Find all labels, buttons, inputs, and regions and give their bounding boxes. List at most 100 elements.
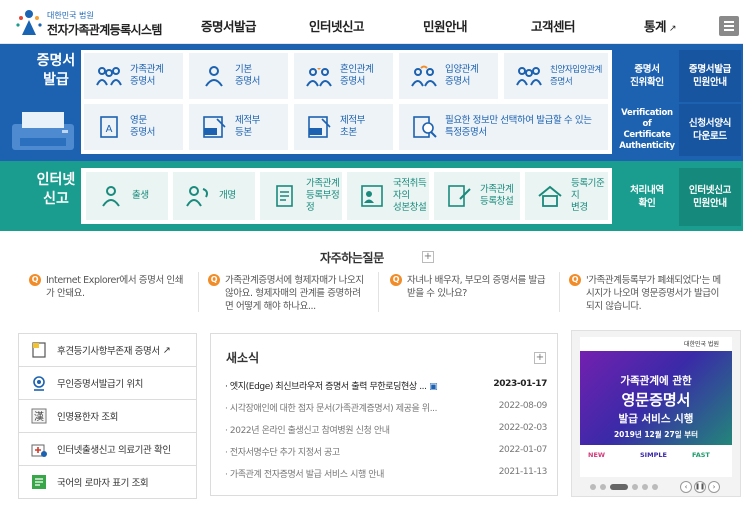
banner-tag-new: NEW <box>588 451 606 459</box>
news-title: 새소식 <box>226 351 260 365</box>
tile-name-change[interactable]: 개명 <box>173 172 255 220</box>
tile-label: 국적취득자의 성본창설 <box>393 178 427 213</box>
tile-surname-creation[interactable]: 국적취득자의 성본창설 <box>347 172 429 220</box>
faq-item[interactable]: Q 가족관계증명서에 형제자매가 나오지 않아요. 형제자매의 관계를 증명하려면… <box>208 274 368 313</box>
news-item-title: · 2022년 온라인 출생신고 참여병원 신청 안내 <box>225 426 390 436</box>
tile-label: 출생 <box>132 190 149 201</box>
report-guide-link[interactable]: 인터넷신고 민원안내 <box>679 168 741 226</box>
banner-page-dot[interactable] <box>590 484 596 490</box>
internet-report-section: 인터넷 신고 출생 개명 가족관계 등록부정정 국적취득자의 성본창설 가족관계… <box>0 161 743 231</box>
quick-link-label: 인명용한자 조회 <box>57 412 118 423</box>
removed-register-icon <box>203 116 226 138</box>
tile-removed-register-copy[interactable]: 제적부 등본 <box>189 104 288 150</box>
hamburger-icon-line <box>724 21 734 23</box>
tile-english-cert[interactable]: A 영문 증명서 <box>84 104 183 150</box>
verify-certificate-link[interactable]: 증명서 진위확인 <box>617 50 677 102</box>
site-title[interactable]: 전자가족관계등록시스템 <box>47 21 162 38</box>
hanja-lookup-link[interactable]: 漢 인명용한자 조회 <box>18 399 197 433</box>
tile-register-creation[interactable]: 가족관계 등록창설 <box>434 172 520 220</box>
faq-more-button[interactable]: + <box>422 251 434 263</box>
banner-date: 2019년 12월 27일 부터 <box>613 430 699 439</box>
faq-item[interactable]: Q '가족관계등록부가 폐쇄되었다'는 메시지가 나오며 영문증명서가 발급이 되… <box>569 274 729 313</box>
banner-prev-button[interactable]: ‹ <box>680 481 692 493</box>
news-item-date: 2022-02-03 <box>498 423 548 433</box>
tile-label: 제적부 등본 <box>235 115 261 138</box>
faq-title[interactable]: 자주하는질문 <box>320 249 384 266</box>
quick-link-label: 후견등기사항부존재 증명서 <box>57 346 160 357</box>
banner-court-label: 대한민국 법원 <box>684 341 720 348</box>
tile-label: 기본 증명서 <box>235 64 261 87</box>
faq-divider <box>378 272 379 312</box>
form-download-link[interactable]: 신청서양식 다운로드 <box>679 104 741 156</box>
banner-page-dot[interactable] <box>652 484 658 490</box>
nav-certificate-issue[interactable]: 증명서발급 <box>201 16 257 35</box>
tile-label: 가족관계 증명서 <box>130 64 164 87</box>
tile-register-correction[interactable]: 가족관계 등록부정정 <box>260 172 342 220</box>
tile-base-address-change[interactable]: 등록기준지 변경 <box>525 172 608 220</box>
banner-headline-2: 영문증명서 <box>621 391 691 409</box>
banner-page-dot[interactable] <box>642 484 648 490</box>
register-correction-icon <box>276 185 293 207</box>
guardianship-certificate-link[interactable]: 후견등기사항부존재 증명서 ↗ <box>18 333 197 367</box>
tile-label: 혼인관계 증명서 <box>340 64 374 87</box>
hanja-icon: 漢 <box>31 408 47 424</box>
removed-register-extract-icon <box>308 116 331 138</box>
house-icon <box>538 185 562 207</box>
tile-label: 제적부 초본 <box>340 115 366 138</box>
court-logo-icon[interactable] <box>14 8 44 36</box>
processing-history-link[interactable]: 처리내역 확인 <box>617 168 677 226</box>
document-icon <box>32 342 46 358</box>
tile-family-relation-cert[interactable]: 가족관계 증명서 <box>84 53 183 99</box>
news-item-title: · 시각장애인에 대한 점자 문서(가족관계증명서) 제공을 위... <box>225 404 438 414</box>
question-icon: Q <box>390 274 402 286</box>
tile-specific-cert[interactable]: 필요한 정보만 선택하여 발급할 수 있는 특정증명서 <box>399 104 608 150</box>
certificate-issue-section: 증명서 발급 가족관계 증명서 기본 증명서 혼인관계 증명서 입양관계 증명서… <box>0 44 743 161</box>
news-item-title: · 엣지(Edge) 최신브라우저 증명서 출력 무한로딩현상 ... ▣ <box>225 382 438 392</box>
tile-full-adoption-cert[interactable]: 친양자입양관계 증명서 <box>504 53 608 99</box>
banner-page-dot-active[interactable] <box>610 484 628 490</box>
faq-item[interactable]: Q 자녀나 배우자, 부모의 증명서를 발급받을 수 있나요? <box>390 274 550 300</box>
baby-icon <box>102 186 120 207</box>
header: 대한민국 법원 전자가족관계등록시스템 증명서발급 인터넷신고 민원안내 고객센… <box>0 0 743 44</box>
issue-guide-link[interactable]: 증명서발급 민원안내 <box>679 50 741 102</box>
all-menu-button[interactable] <box>719 16 739 36</box>
tile-label: 가족관계 등록부정정 <box>306 178 340 213</box>
tile-label: 등록기준지 변경 <box>571 178 605 213</box>
kiosk-location-link[interactable]: 무인증명서발급기 위치 <box>18 366 197 400</box>
banner-image: 대한민국 법원 가족관계에 관한 영문증명서 발급 서비스 시행 2019년 1… <box>580 337 732 477</box>
tile-adoption-cert[interactable]: 입양관계 증명서 <box>399 53 498 99</box>
tile-removed-register-extract[interactable]: 제적부 초본 <box>294 104 393 150</box>
tile-basic-cert[interactable]: 기본 증명서 <box>189 53 288 99</box>
nav-statistics[interactable]: 통계 ↗ <box>644 16 677 35</box>
faq-item[interactable]: Q Internet Explorer에서 증명서 인쇄가 안돼요. <box>29 274 189 300</box>
banner-tag-fast: FAST <box>692 451 710 459</box>
nav-statistics-label: 통계 <box>644 19 667 34</box>
banner-page-dot[interactable] <box>632 484 638 490</box>
quick-link-label: 국어의 로마자 표기 조회 <box>57 478 149 489</box>
news-more-button[interactable]: + <box>534 352 546 364</box>
banner-pause-button[interactable]: ❚❚ <box>694 481 706 493</box>
tile-label: 친양자입양관계 증명서 <box>550 65 602 87</box>
quick-link-label: 인터넷출생신고 의료기관 확인 <box>57 445 171 456</box>
romanization-link[interactable]: 국어의 로마자 표기 조회 <box>18 465 197 499</box>
faq-item-text: Internet Explorer에서 증명서 인쇄가 안돼요. <box>46 275 184 299</box>
verification-english-link[interactable]: Verification of Certificate Authenticity <box>617 104 677 156</box>
news-item-title-text: 시각장애인에 대한 점자 문서(가족관계증명서) 제공을 위... <box>229 404 438 414</box>
news-item-title: · 가족관계 전자증명서 발급 서비스 시행 안내 <box>225 470 385 480</box>
faq-item-text: 가족관계증명서에 형제자매가 나오지 않아요. 형제자매의 관계를 증명하려면 … <box>225 275 364 312</box>
hospital-check-link[interactable]: 인터넷출생신고 의료기관 확인 <box>18 432 197 466</box>
banner-page-dot[interactable] <box>600 484 606 490</box>
tile-label: 영문 증명서 <box>130 115 156 138</box>
tile-birth-report[interactable]: 출생 <box>86 172 168 220</box>
nav-internet-report[interactable]: 인터넷신고 <box>309 16 365 35</box>
nav-civil-guide[interactable]: 민원안내 <box>423 16 468 35</box>
family-adoption-icon <box>516 67 542 86</box>
banner-next-button[interactable]: › <box>708 481 720 493</box>
person-icon <box>205 66 223 87</box>
news-item-date: 2021-11-13 <box>498 467 548 477</box>
promo-banner[interactable]: 대한민국 법원 가족관계에 관한 영문증명서 발급 서비스 시행 2019년 1… <box>571 330 741 497</box>
tile-label: 가족관계 등록창설 <box>480 184 514 207</box>
tile-label: 개명 <box>219 190 236 201</box>
tile-marriage-cert[interactable]: 혼인관계 증명서 <box>294 53 393 99</box>
nav-customer-center[interactable]: 고객센터 <box>531 16 576 35</box>
